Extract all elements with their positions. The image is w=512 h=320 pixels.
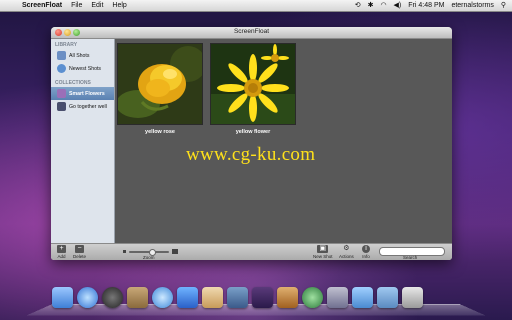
menu-app-name[interactable]: ScreenFloat (22, 0, 62, 11)
shot-thumbnail-yellow-rose[interactable]: yellow rose (117, 43, 203, 135)
documents-folder-icon[interactable] (377, 287, 398, 308)
sidebar-item-go-together-well[interactable]: Go together well (51, 100, 114, 113)
newest-shots-icon (57, 64, 66, 73)
collection-icon (57, 102, 66, 111)
sidebar-item-label: All Shots (69, 52, 90, 59)
sidebar-item-smart-flowers[interactable]: Smart Flowers (51, 87, 114, 100)
trash-icon[interactable] (402, 287, 423, 308)
garageband-icon[interactable] (277, 287, 298, 308)
plus-icon: + (57, 245, 66, 253)
camera-icon: ▣ (317, 245, 329, 253)
sidebar-item-label: Smart Flowers (69, 90, 105, 97)
sidebar: LIBRARY All Shots Newest Shots COLLECTIO… (51, 39, 115, 260)
dashboard-icon[interactable] (102, 287, 123, 308)
new-shot-button[interactable]: ▣ New Shot (313, 245, 333, 259)
window-title: ScreenFloat (233, 28, 270, 35)
menubar-user[interactable]: eternalstorms (451, 0, 493, 11)
safari-icon[interactable] (152, 287, 173, 308)
menu-bar: ScreenFloat File Edit Help ⟲ ✱ ◠ ◀) Fri … (0, 0, 512, 12)
bottom-toolbar: + Add − Delete Zoom ▣ New Shot ⚙ Actions… (51, 243, 452, 260)
search-label: Search (403, 255, 418, 260)
menu-file[interactable]: File (71, 0, 82, 11)
minus-icon: − (75, 245, 84, 253)
iphoto-icon[interactable] (227, 287, 248, 308)
zoom-small-icon (123, 250, 126, 253)
menu-help[interactable]: Help (112, 0, 126, 11)
finder-icon[interactable] (52, 287, 73, 308)
sidebar-item-newest-shots[interactable]: Newest Shots (51, 62, 114, 75)
info-button[interactable]: i Info (362, 245, 370, 259)
time-machine-icon[interactable] (302, 287, 323, 308)
shots-grid: yellow rose yellow flower (115, 39, 452, 243)
timemachine-icon[interactable]: ⟲ (355, 0, 361, 11)
preview-icon[interactable] (127, 287, 148, 308)
spotlight-icon[interactable]: ⚲ (501, 0, 506, 11)
menu-edit[interactable]: Edit (91, 0, 103, 11)
library-section-label: LIBRARY (55, 42, 78, 48)
delete-button[interactable]: − Delete (73, 245, 86, 259)
add-button[interactable]: + Add (57, 245, 66, 259)
collections-section-label: COLLECTIONS (55, 80, 91, 86)
app-store-icon[interactable] (77, 287, 98, 308)
sidebar-item-label: Newest Shots (69, 65, 102, 72)
volume-icon[interactable]: ◀) (394, 0, 402, 11)
system-preferences-icon[interactable] (327, 287, 348, 308)
dock (52, 287, 427, 313)
gear-icon: ⚙ (343, 245, 350, 252)
applications-folder-icon[interactable] (352, 287, 373, 308)
smart-collection-icon (57, 89, 66, 98)
info-icon: i (362, 245, 370, 253)
sidebar-item-label: Go together well (69, 103, 107, 110)
title-bar[interactable]: ScreenFloat (51, 27, 452, 39)
shot-caption: yellow rose (145, 129, 175, 135)
ichat-icon[interactable] (177, 287, 198, 308)
zoom-label: Zoom (143, 255, 155, 260)
wifi-icon[interactable]: ◠ (380, 0, 386, 11)
yellow-rose-image (117, 43, 203, 125)
zoom-large-icon (172, 249, 178, 254)
imovie-icon[interactable] (252, 287, 273, 308)
actions-button[interactable]: ⚙ Actions (339, 245, 354, 259)
shot-thumbnail-yellow-flower[interactable]: yellow flower (210, 43, 296, 135)
sidebar-item-all-shots[interactable]: All Shots (51, 49, 114, 62)
address-book-icon[interactable] (202, 287, 223, 308)
bluetooth-icon[interactable]: ✱ (368, 0, 374, 11)
shot-caption: yellow flower (235, 129, 271, 135)
menubar-clock[interactable]: Fri 4:48 PM (408, 0, 444, 11)
all-shots-icon (57, 51, 66, 60)
watermark-text: www.cg-ku.com (186, 144, 316, 165)
yellow-flower-image (210, 43, 296, 125)
